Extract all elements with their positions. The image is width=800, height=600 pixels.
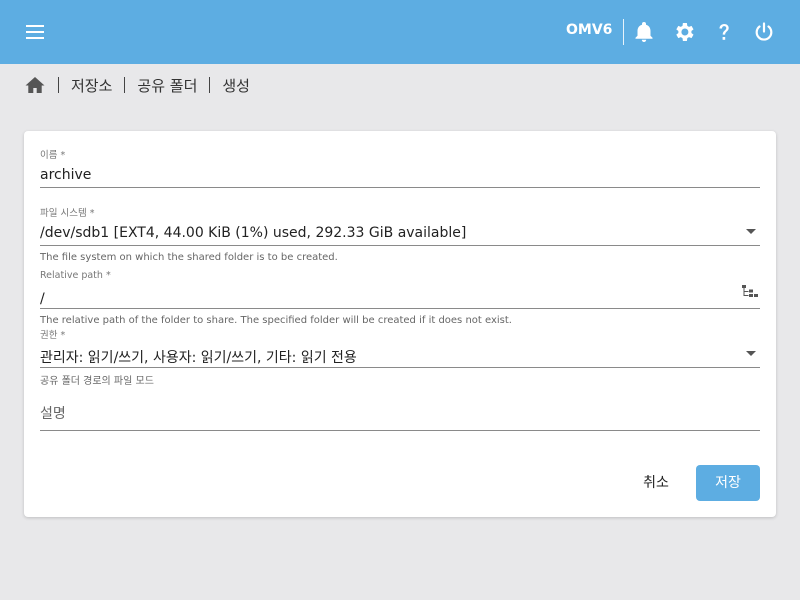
relpath-underline (40, 308, 760, 309)
permissions-label: 권한 * (40, 330, 66, 341)
permissions-underline (40, 367, 760, 368)
filesystem-value[interactable]: /dev/sdb1 [EXT4, 44.00 KiB (1%) used, 29… (40, 225, 760, 241)
home-icon[interactable] (24, 75, 46, 95)
breadcrumb-shared-folders[interactable]: 공유 폴더 (137, 75, 197, 96)
permissions-select[interactable]: 권한 * 관리자: 읽기/쓰기, 사용자: 읽기/쓰기, 기타: 읽기 전용 (40, 327, 760, 368)
gear-icon[interactable] (672, 20, 696, 44)
description-field[interactable]: 설명 (40, 403, 760, 431)
relpath-hint: The relative path of the folder to share… (40, 315, 512, 326)
menu-icon[interactable] (22, 22, 50, 42)
breadcrumb-separator (58, 77, 59, 93)
breadcrumb-separator (209, 77, 211, 93)
filesystem-hint: The file system on which the shared fold… (40, 252, 338, 263)
relpath-label: Relative path * (40, 270, 111, 281)
breadcrumb-storage[interactable]: 저장소 (71, 75, 112, 96)
filesystem-select[interactable]: 파일 시스템 * /dev/sdb1 [EXT4, 44.00 KiB (1%)… (40, 205, 760, 246)
description-underline (40, 430, 760, 431)
name-underline (40, 187, 760, 188)
help-icon[interactable] (712, 20, 736, 44)
folder-tree-icon[interactable] (742, 284, 758, 298)
breadcrumb-separator (124, 77, 126, 93)
top-bar: OMV6 (0, 0, 800, 64)
chevron-down-icon[interactable] (746, 351, 756, 356)
filesystem-label: 파일 시스템 * (40, 208, 95, 219)
description-placeholder[interactable]: 설명 (40, 403, 760, 423)
bell-icon[interactable] (632, 20, 656, 44)
name-label: 이름 * (40, 150, 66, 161)
permissions-value[interactable]: 관리자: 읽기/쓰기, 사용자: 읽기/쓰기, 기타: 읽기 전용 (40, 347, 760, 367)
form-card: 이름 * archive 파일 시스템 * /dev/sdb1 [EXT4, 4… (24, 131, 776, 517)
cancel-button[interactable]: 취소 (630, 465, 682, 501)
toolbar-divider (623, 19, 624, 45)
filesystem-underline (40, 245, 760, 246)
name-input[interactable]: archive (40, 167, 760, 183)
chevron-down-icon[interactable] (746, 229, 756, 234)
name-field[interactable]: 이름 * archive (40, 147, 760, 188)
host-name: OMV6 (566, 22, 613, 38)
breadcrumb: 저장소 공유 폴더 생성 (24, 74, 250, 96)
power-icon[interactable] (752, 20, 776, 44)
relpath-field[interactable]: Relative path * / (40, 270, 760, 309)
breadcrumb-create: 생성 (222, 76, 250, 95)
permissions-hint: 공유 폴더 경로의 파일 모드 (40, 376, 154, 387)
save-button[interactable]: 저장 (696, 465, 760, 501)
relpath-input[interactable]: / (40, 291, 760, 307)
